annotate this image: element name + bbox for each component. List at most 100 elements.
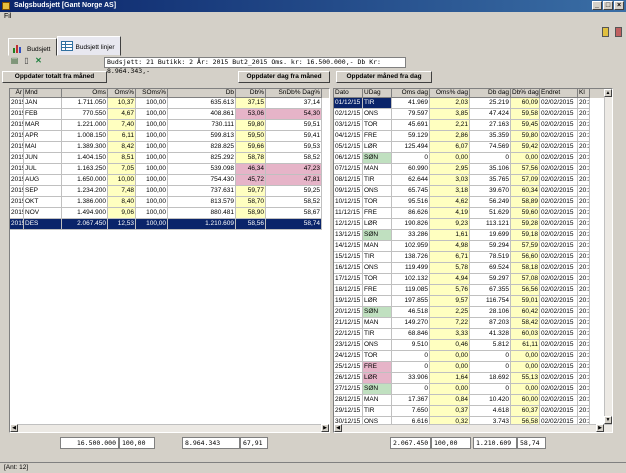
table-cell[interactable]: 20:3	[578, 263, 590, 274]
table-cell[interactable]: 6,07	[430, 142, 470, 153]
table-cell[interactable]: 59,01	[511, 296, 540, 307]
table-cell[interactable]: 20:3	[578, 340, 590, 351]
table-cell[interactable]: 02/02/2015	[540, 131, 578, 142]
table-row[interactable]: 2015SEP1.234.2007,48100,00737.63159,7759…	[10, 186, 329, 197]
table-cell[interactable]: 69.524	[470, 263, 511, 274]
table-cell[interactable]: TIR	[363, 175, 392, 186]
table-row[interactable]: 04/12/15 FRE 59.129 2,86 35.359 59,80 02/02/20…	[334, 131, 612, 142]
maximize-button[interactable]: □	[603, 1, 613, 10]
table-cell[interactable]: 02/12/15	[334, 109, 363, 120]
table-row[interactable]: 17/12/15 TOR 102.132 4,94 59.297 57,08 02/02/2…	[334, 274, 612, 285]
table-cell[interactable]: 05/12/15	[334, 142, 363, 153]
table-cell[interactable]: 60,03	[511, 329, 540, 340]
table-cell[interactable]: JUL	[24, 164, 62, 175]
table-cell[interactable]: 1.008.150	[62, 131, 108, 142]
table-cell[interactable]: TOR	[363, 197, 392, 208]
table-row[interactable]: 29/12/15 TIR 7.650 0,37 4.618 60,37 02/02/2015…	[334, 406, 612, 417]
table-cell[interactable]: 8,51	[108, 153, 136, 164]
table-cell[interactable]: 58,74	[266, 219, 322, 230]
vertical-scrollbar[interactable]: ▲ ▼	[604, 89, 612, 424]
table-cell[interactable]: 02/02/2015	[540, 208, 578, 219]
table-cell[interactable]: 02/02/2015	[540, 263, 578, 274]
scroll-up-arrow[interactable]: ▲	[604, 89, 612, 97]
table-cell[interactable]: 02/02/2015	[540, 307, 578, 318]
table-cell[interactable]: 59,77	[236, 186, 266, 197]
table-cell[interactable]: 119.499	[392, 263, 430, 274]
col-header[interactable]: Kl	[578, 89, 590, 98]
table-cell[interactable]: 635.613	[168, 98, 236, 109]
table-cell[interactable]: 20:3	[578, 285, 590, 296]
table-cell[interactable]: 16/12/15	[334, 263, 363, 274]
table-cell[interactable]: 9,23	[430, 219, 470, 230]
table-cell[interactable]: 9.510	[392, 340, 430, 351]
table-row[interactable]: 01/12/15 TIR 41.969 2,03 25.219 60,09 02/02/20…	[334, 98, 612, 109]
table-cell[interactable]: 100,00	[136, 142, 168, 153]
table-cell[interactable]: 59,50	[236, 131, 266, 142]
table-cell[interactable]: 2,21	[430, 120, 470, 131]
table-cell[interactable]: 100,00	[136, 109, 168, 120]
table-cell[interactable]: 20:3	[578, 274, 590, 285]
table-row[interactable]: 27/12/15SØN00,0000,0002/02/201520:3	[334, 384, 612, 395]
col-header[interactable]: Oms	[62, 89, 108, 98]
table-cell[interactable]: 2015	[10, 120, 24, 131]
horizontal-scrollbar[interactable]: ◀ ▶	[334, 424, 612, 432]
table-cell[interactable]: 0	[470, 153, 511, 164]
table-cell[interactable]: 02/02/2015	[540, 406, 578, 417]
table-cell[interactable]: 11/12/15	[334, 208, 363, 219]
col-header[interactable]: Oms dag	[392, 89, 430, 98]
col-header[interactable]: Oms%	[108, 89, 136, 98]
table-cell[interactable]: 737.631	[168, 186, 236, 197]
table-row[interactable]: 14/12/15 MAN 102.959 4,98 59.294 57,59 02/02/2…	[334, 241, 612, 252]
table-cell[interactable]: 02/02/2015	[540, 142, 578, 153]
col-header[interactable]: UDag	[363, 89, 392, 98]
table-cell[interactable]: 02/02/2015	[540, 98, 578, 109]
table-cell[interactable]: 21/12/15	[334, 318, 363, 329]
table-row[interactable]: 2015MAI1.389.3008,42100,00828.82559,6659…	[10, 142, 329, 153]
table-row[interactable]: 26/12/15 LØR 33.906 1,64 18.692 55,13 02/02/20…	[334, 373, 612, 384]
table-cell[interactable]: 102.132	[392, 274, 430, 285]
table-cell[interactable]: 2015	[10, 98, 24, 109]
table-cell[interactable]: 59,25	[266, 186, 322, 197]
scroll-down-arrow[interactable]: ▼	[604, 416, 612, 424]
close-button[interactable]: ×	[614, 1, 624, 10]
table-row[interactable]: 16/12/15 ONS 119.499 5,78 69.524 58,18 02/02/2…	[334, 263, 612, 274]
table-row[interactable]: 24/12/15TOR00,0000,0002/02/201520:3	[334, 351, 612, 362]
table-row[interactable]: 22/12/15 TIR 68.846 3,33 41.328 60,03 02/02/20…	[334, 329, 612, 340]
table-cell[interactable]: 20:3	[578, 131, 590, 142]
table-cell[interactable]: 20:3	[578, 197, 590, 208]
table-cell[interactable]: 22/12/15	[334, 329, 363, 340]
table-row[interactable]: 12/12/15 LØR 190.826 9,23 113.121 59,28 02/02/…	[334, 219, 612, 230]
table-cell[interactable]: FRE	[363, 362, 392, 373]
table-cell[interactable]: 2015	[10, 197, 24, 208]
table-cell[interactable]: 4,62	[430, 197, 470, 208]
table-cell[interactable]: 95.516	[392, 197, 430, 208]
table-row[interactable]: 20/12/15 SØN 46.518 2,25 28.106 60,42 02/02/20…	[334, 307, 612, 318]
table-cell[interactable]: 60.990	[392, 164, 430, 175]
monthly-budget-grid[interactable]: År Mnd Oms Oms% SOms% Db Db% SnDb% Dag% …	[9, 88, 330, 433]
table-cell[interactable]: TIR	[363, 329, 392, 340]
table-cell[interactable]: 02/02/2015	[540, 296, 578, 307]
table-row[interactable]: 21/12/15 MAN 149.270 7,22 87.203 58,42 02/02/2…	[334, 318, 612, 329]
table-row[interactable]: 23/12/15 ONS 9.510 0,46 5.812 61,11 02/02/2015…	[334, 340, 612, 351]
table-cell[interactable]: 20:3	[578, 296, 590, 307]
table-cell[interactable]: 01/12/15	[334, 98, 363, 109]
table-cell[interactable]: 828.825	[168, 142, 236, 153]
table-row[interactable]: 08/12/15 TIR 62.644 3,03 35.765 57,09 02/02/20…	[334, 175, 612, 186]
table-row[interactable]: 07/12/15 MAN 60.990 2,95 35.106 57,56 02/02/20…	[334, 164, 612, 175]
table-cell[interactable]: JUN	[24, 153, 62, 164]
table-cell[interactable]: 100,00	[136, 98, 168, 109]
document-icon[interactable]: ▯	[22, 56, 31, 65]
table-cell[interactable]: 02/02/2015	[540, 318, 578, 329]
table-cell[interactable]: 0,37	[430, 406, 470, 417]
table-cell[interactable]: 0	[392, 362, 430, 373]
table-cell[interactable]: 02/02/2015	[540, 153, 578, 164]
table-cell[interactable]: 0,00	[511, 153, 540, 164]
table-row[interactable]: 10/12/15 TOR 95.516 4,62 56.249 58,89 02/02/20…	[334, 197, 612, 208]
table-cell[interactable]: 5,78	[430, 263, 470, 274]
table-cell[interactable]: 58,78	[236, 153, 266, 164]
table-cell[interactable]: 1.221.000	[62, 120, 108, 131]
table-cell[interactable]: 68.846	[392, 329, 430, 340]
table-cell[interactable]: MAN	[363, 318, 392, 329]
daily-budget-grid[interactable]: Dato UDag Oms dag Oms% dag Db dag Db% da…	[333, 88, 613, 433]
table-cell[interactable]: 1,61	[430, 230, 470, 241]
